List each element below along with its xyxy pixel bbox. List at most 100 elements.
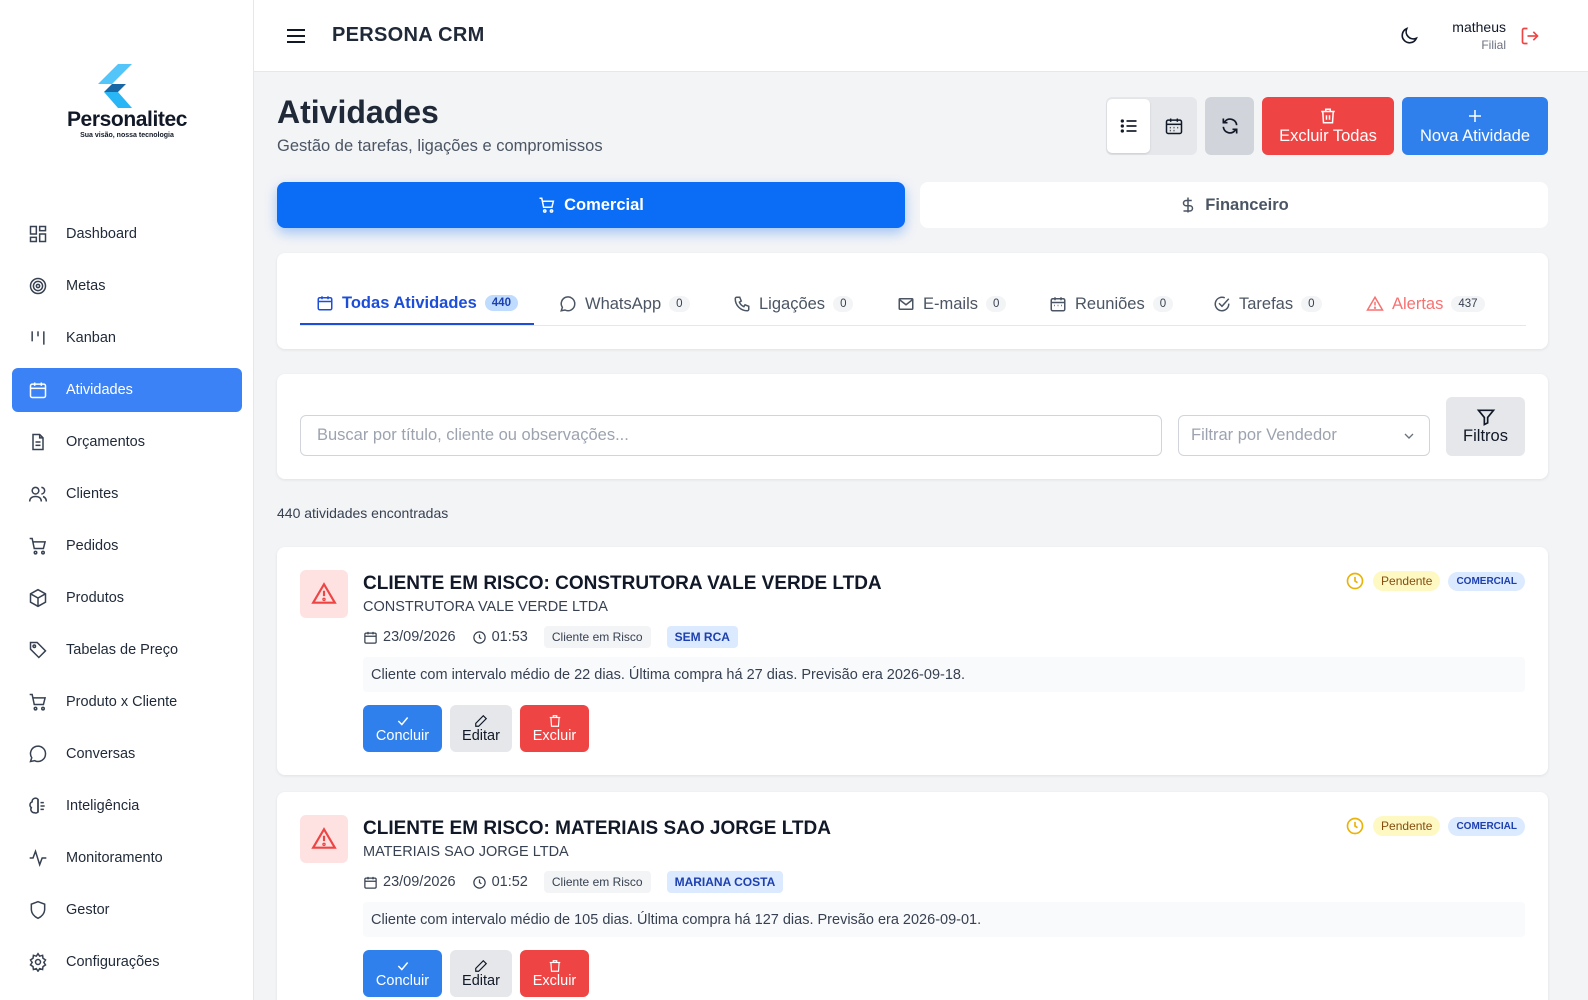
sidebar-item-configuracoes[interactable]: Configurações	[12, 940, 242, 984]
package-icon	[29, 588, 47, 608]
calendar-icon	[364, 631, 377, 644]
edit-button[interactable]: Editar	[450, 705, 512, 752]
calendar-view-button[interactable]	[1152, 99, 1195, 153]
activity-time: 01:53	[472, 629, 528, 645]
file-text-icon	[32, 433, 44, 451]
tab-count-badge: 0	[1301, 296, 1322, 312]
refresh-button[interactable]	[1205, 97, 1254, 155]
sidebar-item-label: Monitoramento	[66, 850, 163, 866]
app-title: PERSONA CRM	[332, 24, 485, 46]
check-circle-icon	[1214, 296, 1230, 312]
tab-label: Ligações	[759, 294, 826, 313]
logout-button[interactable]	[1520, 26, 1540, 46]
sidebar-item-tabelas-preco[interactable]: Tabelas de Preço	[12, 628, 242, 672]
logout-icon	[1521, 27, 1539, 45]
sidebar-item-inteligencia[interactable]: Inteligência	[12, 784, 242, 828]
sidebar-item-kanban[interactable]: Kanban	[12, 316, 242, 360]
activity-meta: 23/09/2026 01:53 Cliente em Risco SEM RC…	[363, 625, 738, 649]
activity-notes: Cliente com intervalo médio de 22 dias. …	[363, 657, 1525, 692]
chat-icon	[560, 296, 576, 312]
vendor-select-placeholder: Filtrar por Vendedor	[1191, 426, 1337, 444]
sidebar-item-metas[interactable]: Metas	[12, 264, 242, 308]
delete-button[interactable]: Excluir	[520, 705, 589, 752]
tab-label: WhatsApp	[585, 294, 662, 313]
complete-label: Concluir	[375, 727, 430, 744]
activity-client: MATERIAIS SAO JORGE LTDA	[363, 844, 569, 860]
alert-badge	[300, 815, 348, 863]
check-icon	[397, 961, 408, 971]
complete-button[interactable]: Concluir	[363, 950, 442, 997]
filter-bar: Filtrar por Vendedor Filtros	[277, 374, 1548, 479]
user-name: matheus	[1452, 19, 1506, 35]
new-activity-button[interactable]: Nova Atividade	[1402, 97, 1548, 155]
segment-comercial[interactable]: Comercial	[277, 182, 905, 228]
activity-time: 01:52	[472, 874, 528, 890]
brand-logo: Personalitec Sua visão, nossa tecnologia	[62, 64, 192, 144]
sidebar-item-orcamentos[interactable]: Orçamentos	[12, 420, 242, 464]
sidebar-item-dashboard[interactable]: Dashboard	[12, 212, 242, 256]
sidebar-item-pedidos[interactable]: Pedidos	[12, 524, 242, 568]
sidebar: Personalitec Sua visão, nossa tecnologia…	[0, 0, 254, 1000]
tab-label: Alertas	[1392, 294, 1444, 313]
delete-all-button[interactable]: Excluir Todas	[1262, 97, 1394, 155]
sidebar-item-atividades[interactable]: Atividades	[12, 368, 242, 412]
tab-count-badge: 0	[986, 296, 1007, 312]
sidebar-item-label: Produto x Cliente	[66, 694, 178, 710]
tab-tarefas[interactable]: Tarefas 0	[1197, 283, 1338, 325]
target-icon	[29, 277, 47, 295]
pencil-icon	[475, 959, 488, 972]
activity-card: CLIENTE EM RISCO: CONSTRUTORA VALE VERDE…	[277, 547, 1548, 775]
trash-icon	[1321, 108, 1335, 123]
complete-button[interactable]: Concluir	[363, 705, 442, 752]
tab-alertas[interactable]: Alertas 437	[1350, 283, 1501, 325]
sidebar-item-label: Inteligência	[66, 798, 140, 814]
menu-toggle-button[interactable]	[284, 24, 308, 48]
tag-icon	[29, 641, 47, 659]
warning-icon	[1366, 295, 1384, 311]
sidebar-item-monitoramento[interactable]: Monitoramento	[12, 836, 242, 880]
warning-icon	[311, 827, 337, 849]
segment-financeiro[interactable]: Financeiro	[920, 182, 1548, 228]
view-toggle	[1106, 97, 1197, 155]
list-view-button[interactable]	[1107, 99, 1150, 153]
tab-label: Todas Atividades	[342, 293, 477, 312]
sidebar-item-label: Tabelas de Preço	[66, 642, 179, 658]
tab-todas-atividades[interactable]: Todas Atividades 440	[300, 283, 534, 325]
sidebar-item-clientes[interactable]: Clientes	[12, 472, 242, 516]
sidebar-nav: Dashboard Metas Kanban Atividades Orçame…	[12, 212, 242, 992]
sidebar-item-conversas[interactable]: Conversas	[12, 732, 242, 776]
tab-ligacoes[interactable]: Ligações 0	[717, 283, 869, 325]
alert-badge	[300, 570, 348, 618]
shield-icon	[30, 900, 46, 920]
calendar-icon	[364, 876, 377, 889]
sidebar-item-produto-cliente[interactable]: Produto x Cliente	[12, 680, 242, 724]
edit-button[interactable]: Editar	[450, 950, 512, 997]
filters-button[interactable]: Filtros	[1446, 397, 1525, 456]
sidebar-item-gestor[interactable]: Gestor	[12, 888, 242, 932]
sidebar-item-produtos[interactable]: Produtos	[12, 576, 242, 620]
tab-emails[interactable]: E-mails 0	[881, 283, 1022, 325]
page-subtitle: Gestão de tarefas, ligações e compromiss…	[277, 137, 603, 155]
activity-title[interactable]: CLIENTE EM RISCO: CONSTRUTORA VALE VERDE…	[363, 573, 882, 595]
delete-button[interactable]: Excluir	[520, 950, 589, 997]
check-icon	[397, 716, 408, 726]
tab-whatsapp[interactable]: WhatsApp 0	[543, 283, 706, 325]
warning-icon	[311, 582, 337, 604]
sidebar-item-label: Pedidos	[66, 538, 119, 554]
calendar-icon	[1050, 297, 1066, 312]
search-input[interactable]	[300, 415, 1162, 456]
theme-toggle-button[interactable]	[1398, 25, 1420, 47]
complete-label: Concluir	[375, 972, 430, 989]
filters-label: Filtros	[1463, 427, 1508, 445]
tab-label: Reuniões	[1075, 294, 1145, 313]
moon-icon	[1401, 27, 1418, 44]
activity-title[interactable]: CLIENTE EM RISCO: MATERIAIS SAO JORGE LT…	[363, 818, 831, 840]
tab-reunioes[interactable]: Reuniões 0	[1033, 283, 1189, 325]
gear-icon	[29, 952, 47, 972]
activity-date: 23/09/2026	[363, 874, 456, 890]
vendor-select[interactable]: Filtrar por Vendedor	[1178, 415, 1430, 456]
sidebar-item-label: Metas	[66, 278, 106, 294]
activity-time-text: 01:53	[491, 629, 528, 645]
status-badge: Pendente	[1373, 571, 1441, 591]
activity-type-chip: Cliente em Risco	[543, 871, 651, 893]
